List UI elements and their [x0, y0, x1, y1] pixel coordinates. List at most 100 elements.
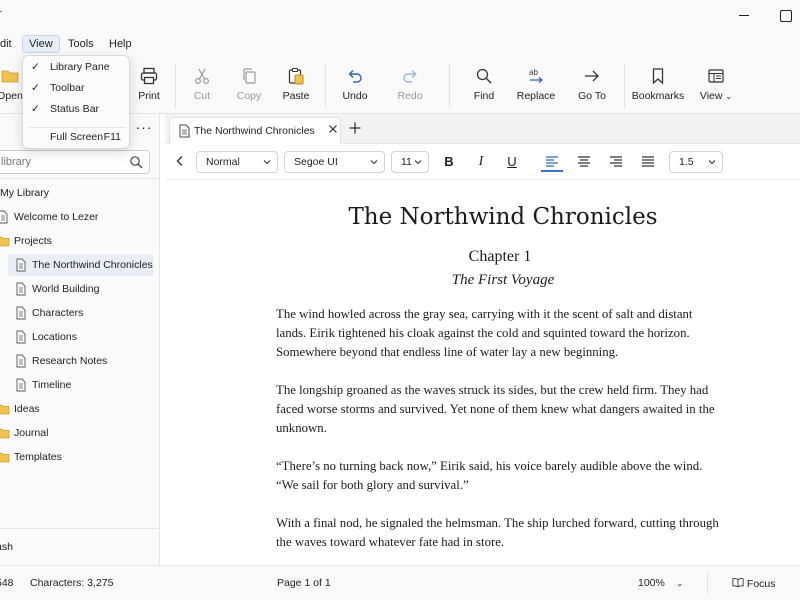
font-size-select[interactable]: 11	[391, 151, 429, 173]
tree-item-label: Characters	[32, 307, 84, 319]
word-count: 548	[0, 577, 14, 589]
library-search-input[interactable]	[1, 154, 119, 170]
document-icon	[16, 330, 26, 344]
search-icon	[476, 68, 492, 84]
tree-item-label: Projects	[14, 235, 52, 247]
layout-icon	[708, 69, 724, 83]
chevron-down-icon	[414, 160, 422, 165]
tree-item-label: Research Notes	[32, 355, 108, 367]
replace-button[interactable]: ab Replace	[508, 64, 564, 110]
printer-icon	[140, 67, 158, 85]
tree-item[interactable]: My Library	[0, 182, 150, 204]
library-search	[0, 150, 150, 174]
tree-item[interactable]: The Northwind Chronicles	[8, 254, 154, 276]
tree-item[interactable]: Research Notes	[0, 350, 150, 372]
go-to-button[interactable]: Go To	[564, 64, 620, 110]
folder-open-icon	[1, 70, 19, 83]
paragraph-style-select[interactable]: Normal	[196, 151, 278, 173]
document-icon	[179, 124, 190, 138]
folder-icon	[0, 452, 10, 463]
tree-item[interactable]: Locations	[0, 326, 150, 348]
paste-button[interactable]: Paste	[268, 64, 324, 110]
paragraph: With a final nod, he signaled the helmsm…	[276, 516, 719, 549]
toolbar-separator	[449, 64, 450, 108]
tree-item-label: Templates	[14, 451, 62, 463]
tree-item[interactable]: Projects	[0, 230, 150, 252]
menu-item-status-bar[interactable]: ✓ Status Bar	[27, 99, 127, 119]
tree-item[interactable]: Journal	[0, 422, 150, 444]
align-center-button[interactable]	[573, 152, 595, 172]
line-spacing-select[interactable]: 1.5	[669, 151, 723, 173]
chevron-down-icon	[263, 160, 271, 165]
tree-item[interactable]: Welcome to Lezer	[0, 206, 150, 228]
paragraph: “There’s no turning back now,” Eirik sai…	[276, 459, 703, 492]
add-tab-icon[interactable]	[348, 121, 362, 135]
tree-item[interactable]: Timeline	[0, 374, 150, 396]
document-icon	[16, 306, 26, 320]
menu-item-full-screen[interactable]: Full Screen F11	[27, 127, 127, 147]
toolbar-separator	[624, 64, 625, 108]
zoom-level: 100%	[638, 577, 665, 589]
divider	[0, 528, 160, 529]
tree-item-label: Journal	[14, 427, 49, 439]
chevron-left-icon[interactable]	[174, 155, 186, 167]
status-bar: 548 Characters: 3,275 Page 1 of 1 100% ⌄…	[0, 565, 800, 600]
align-left-button[interactable]	[541, 152, 563, 172]
menu-view[interactable]: View	[22, 35, 60, 53]
focus-button[interactable]: Focus	[732, 577, 776, 590]
tree-item[interactable]: World Building	[0, 278, 150, 300]
align-center-icon	[578, 156, 590, 167]
view-options-button[interactable]: View ⌄	[690, 64, 742, 110]
checkmark-icon: ✓	[31, 61, 40, 73]
library-pane: ··· My Library Welcome to Lezer Projects Th…	[0, 114, 160, 565]
underline-button[interactable]: U	[501, 152, 523, 172]
tree-item[interactable]: Characters	[0, 302, 150, 324]
zoom-select[interactable]: 100% ⌄	[638, 577, 683, 589]
app-title: r	[0, 8, 2, 20]
undo-button[interactable]: Undo	[327, 64, 383, 110]
status-separator	[707, 572, 708, 594]
find-button[interactable]: Find	[456, 64, 512, 110]
trash-item[interactable]: ash	[0, 536, 136, 558]
menu-item-toolbar[interactable]: ✓ Toolbar	[27, 78, 127, 98]
folder-icon	[0, 428, 10, 439]
tab-strip: The Northwind Chronicles	[165, 114, 800, 144]
bookmarks-button[interactable]: Bookmarks	[629, 64, 687, 110]
tree-item[interactable]: Ideas	[0, 398, 150, 420]
divider	[0, 178, 160, 179]
editor-area: The Northwind Chronicles Normal Segoe UI…	[165, 114, 800, 565]
menu-tools[interactable]: Tools	[62, 35, 100, 53]
folder-icon	[0, 236, 10, 247]
character-count: Characters: 3,275	[30, 577, 114, 589]
align-right-icon	[610, 156, 622, 167]
document-page[interactable]: The Northwind Chronicles Chapter 1 The F…	[165, 180, 800, 565]
chevron-down-icon	[708, 160, 716, 165]
menu-edit[interactable]: dit	[0, 35, 18, 53]
bold-button[interactable]: B	[438, 152, 460, 172]
redo-button[interactable]: Redo	[382, 64, 438, 110]
minimize-button[interactable]	[732, 4, 756, 28]
tree-item-label: Welcome to Lezer	[14, 211, 99, 223]
justify-button[interactable]	[637, 152, 659, 172]
title-bar: r	[0, 0, 800, 32]
book-open-icon	[732, 578, 744, 588]
search-icon[interactable]	[129, 155, 143, 169]
paragraph: The longship groaned as the waves struck…	[276, 383, 715, 435]
chapter-subtitle: The First Voyage	[451, 272, 555, 288]
font-family-select[interactable]: Segoe UI	[284, 151, 385, 173]
maximize-button[interactable]	[773, 4, 797, 28]
document-icon	[16, 258, 26, 272]
redo-icon	[403, 70, 417, 83]
menu-help[interactable]: Help	[103, 35, 138, 53]
tab-northwind-chronicles[interactable]: The Northwind Chronicles	[169, 117, 341, 144]
align-right-button[interactable]	[605, 152, 627, 172]
close-icon[interactable]	[328, 124, 338, 134]
view-menu-dropdown: ✓ Library Pane ✓ Toolbar ✓ Status Bar Fu…	[22, 55, 130, 149]
menu-item-library-pane[interactable]: ✓ Library Pane	[27, 57, 127, 77]
italic-button[interactable]: I	[470, 152, 492, 172]
more-options-icon[interactable]: ···	[135, 120, 153, 137]
undo-icon	[348, 70, 362, 83]
view-options-label: View	[699, 90, 723, 102]
tree-item[interactable]: Templates	[0, 446, 150, 468]
checkmark-icon: ✓	[31, 82, 40, 94]
